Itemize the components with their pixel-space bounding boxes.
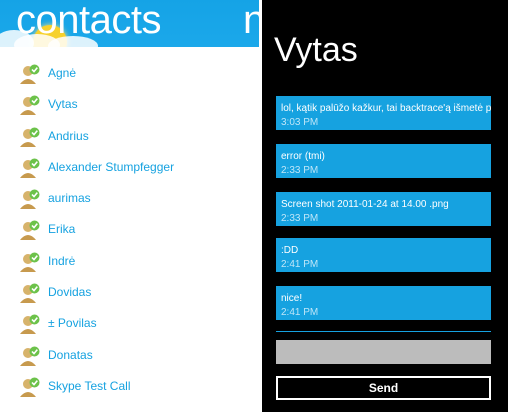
contact-online-avatar-icon: [20, 158, 40, 178]
message-text: lol, kątik palūžo kažkur, tai backtrace'…: [281, 103, 491, 114]
contact-item-andrius[interactable]: Andrius: [0, 121, 259, 152]
contact-name: Donatas: [48, 347, 93, 362]
chat-panel: Vytas lol, kątik palūžo kažkur, tai back…: [262, 0, 508, 412]
message-time: 2:33 PM: [281, 213, 319, 224]
message-text: nice!: [281, 293, 303, 304]
message-bubble[interactable]: lol, kątik palūžo kažkur, tai backtrace'…: [276, 96, 491, 130]
contacts-panel: contacts n Agnė Vytas Andrius Alexander …: [0, 0, 259, 412]
contact-item-alexander-stumpfegger[interactable]: Alexander Stumpfegger: [0, 152, 259, 183]
message-bubble[interactable]: error (tmi) 2:33 PM: [276, 144, 491, 178]
contact-name: Alexander Stumpfegger: [48, 159, 175, 174]
message-bubble[interactable]: nice! 2:41 PM: [276, 286, 491, 320]
contact-name: aurimas: [48, 191, 91, 206]
contact-online-avatar-icon: [20, 220, 40, 241]
message-text: :DD: [281, 245, 299, 256]
message-input[interactable]: [276, 340, 491, 364]
contact-online-avatar-icon: [20, 252, 40, 272]
contacts-header: contacts n: [0, 0, 259, 47]
contact-online-avatar-icon: [20, 377, 40, 397]
contact-online-avatar-icon: [20, 283, 40, 304]
contact-item-skype-test-call[interactable]: Skype Test Call: [0, 371, 259, 402]
contact-online-avatar-icon: [20, 127, 40, 147]
contact-online-avatar-icon: [20, 189, 40, 210]
contact-item-povilas[interactable]: ± Povilas: [0, 308, 259, 339]
page-title: contacts: [16, 0, 161, 42]
contact-name: Indrė: [48, 253, 76, 268]
message-time: 3:03 PM: [281, 117, 319, 128]
divider: [276, 331, 491, 332]
chat-title: Vytas: [274, 31, 358, 69]
contact-name: Vytas: [48, 97, 78, 112]
message-text: Screen shot 2011-01-24 at 14.00 .png: [281, 199, 449, 210]
contact-name: Erika: [48, 222, 76, 237]
contact-list: Agnė Vytas Andrius Alexander Stumpfegger…: [0, 58, 259, 402]
contact-item-donatas[interactable]: Donatas: [0, 340, 259, 371]
contact-online-avatar-icon: [20, 346, 40, 366]
message-time: 2:33 PM: [281, 165, 319, 176]
message-time: 2:41 PM: [281, 259, 319, 270]
contact-name: Dovidas: [48, 285, 92, 300]
contact-item-agne[interactable]: Agnė: [0, 58, 259, 89]
contact-item-erika[interactable]: Erika: [0, 214, 259, 245]
contact-name: Agnė: [48, 66, 77, 80]
contact-name: ± Povilas: [48, 316, 97, 331]
contact-name: Skype Test Call: [48, 378, 131, 393]
contact-online-avatar-icon: [20, 95, 40, 116]
contact-item-indre[interactable]: Indrė: [0, 246, 259, 277]
contact-online-avatar-icon: [20, 314, 40, 335]
contact-name: Andrius: [48, 128, 89, 143]
contact-item-dovidas[interactable]: Dovidas: [0, 277, 259, 308]
message-bubble[interactable]: :DD 2:41 PM: [276, 238, 491, 272]
message-bubble[interactable]: Screen shot 2011-01-24 at 14.00 .png 2:3…: [276, 192, 491, 226]
message-text: error (tmi): [281, 151, 325, 162]
next-pivot-header[interactable]: n: [243, 0, 259, 44]
send-button[interactable]: Send: [276, 376, 491, 400]
contact-online-avatar-icon: [20, 64, 40, 84]
message-time: 2:41 PM: [281, 307, 319, 318]
contact-item-vytas[interactable]: Vytas: [0, 89, 259, 120]
contact-item-aurimas[interactable]: aurimas: [0, 183, 259, 214]
